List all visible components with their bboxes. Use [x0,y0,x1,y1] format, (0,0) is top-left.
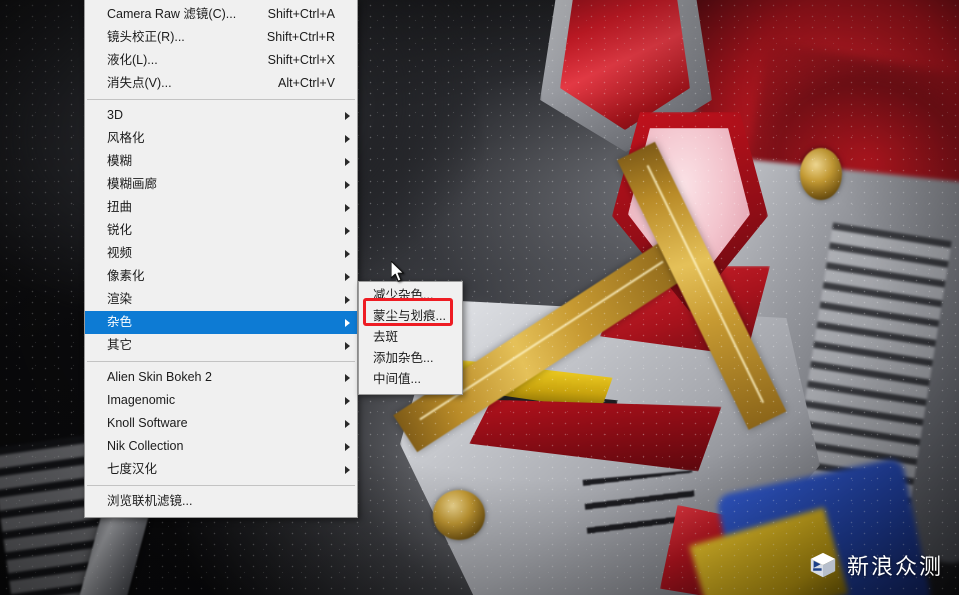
submenu-item[interactable]: 蒙尘与划痕... [359,306,462,327]
menu-item-shortcut: Shift+Ctrl+A [267,7,335,21]
menu-item[interactable]: Imagenomic [85,389,357,412]
noise-submenu[interactable]: 减少杂色... 蒙尘与划痕... 去斑添加杂色... 中间值... [358,281,463,395]
menu-item-shortcut: Alt+Ctrl+V [278,76,335,90]
submenu-arrow-icon [345,157,350,166]
submenu-item[interactable]: 中间值... [359,369,462,390]
menu-item-label: Camera Raw 滤镜(C)... [107,7,237,21]
submenu-item[interactable]: 添加杂色... [359,348,462,369]
menu-item[interactable]: 渲染 [85,288,357,311]
menu-item[interactable]: 视频 [85,242,357,265]
menu-item-label: 其它 [107,338,133,352]
submenu-arrow-icon [345,442,350,451]
menu-item-label: 3D [107,108,123,122]
submenu-arrow-icon [345,465,350,474]
menu-separator [87,361,355,362]
watermark-text: 新浪众测 [846,555,943,580]
menu-item-label: 扭曲 [107,200,133,214]
watermark: 新浪众测 [808,549,943,581]
menu-item-label: 杂色 [107,315,133,329]
submenu-arrow-icon [345,396,350,405]
submenu-arrow-icon [345,295,350,304]
screen: Camera Raw 滤镜(C)... Shift+Ctrl+A 镜头校正(R)..… [0,0,959,595]
cube-logo-icon [810,552,836,578]
submenu-arrow-icon [345,203,350,212]
menu-item[interactable]: 锐化 [85,219,357,242]
menu-item[interactable]: 浏览联机滤镜... [85,490,357,513]
submenu-item-label: 添加杂色... [373,351,434,365]
menu-item[interactable]: 像素化 [85,265,357,288]
menu-item-label: 浏览联机滤镜... [107,494,193,508]
menu-item[interactable]: Knoll Software [85,412,357,435]
menu-item-label: 液化(L)... [107,53,158,67]
menu-item-label: 渲染 [107,292,133,306]
menu-item[interactable]: 七度汉化 [85,458,357,481]
menu-item[interactable]: 模糊 [85,150,357,173]
menu-item[interactable]: 液化(L)... Shift+Ctrl+X [85,49,357,72]
menu-item-label: 模糊 [107,154,133,168]
menu-item-label: 风格化 [107,131,145,145]
menu-item-label: 视频 [107,246,133,260]
menu-item[interactable]: 其它 [85,334,357,357]
menu-item-label: 七度汉化 [107,462,158,476]
menu-item[interactable]: Alien Skin Bokeh 2 [85,366,357,389]
menu-item[interactable]: 杂色 [85,311,357,334]
submenu-item-label: 中间值... [373,372,421,386]
menu-item[interactable]: 模糊画廊 [85,173,357,196]
menu-item-label: Alien Skin Bokeh 2 [107,370,212,384]
menu-item[interactable]: 风格化 [85,127,357,150]
submenu-item[interactable]: 去斑 [359,327,462,348]
menu-item-label: 像素化 [107,269,145,283]
menu-item-label: Imagenomic [107,393,176,407]
menu-item-label: 模糊画廊 [107,177,158,191]
menu-item[interactable]: 镜头校正(R)... Shift+Ctrl+R [85,26,357,49]
menu-item[interactable]: 3D [85,104,357,127]
menu-item[interactable]: Nik Collection [85,435,357,458]
menu-item[interactable]: 扭曲 [85,196,357,219]
submenu-arrow-icon [345,341,350,350]
menu-item-label: Knoll Software [107,416,188,430]
menu-item-label: Nik Collection [107,439,184,453]
menu-item-shortcut: Shift+Ctrl+X [267,53,335,67]
submenu-arrow-icon [345,180,350,189]
submenu-arrow-icon [345,419,350,428]
submenu-item-label: 去斑 [373,330,399,344]
submenu-arrow-icon [345,373,350,382]
menu-separator [87,485,355,486]
submenu-arrow-icon [345,318,350,327]
menu-item-label: 消失点(V)... [107,76,172,90]
submenu-arrow-icon [345,134,350,143]
menu-item[interactable]: 消失点(V)... Alt+Ctrl+V [85,72,357,95]
submenu-arrow-icon [345,272,350,281]
submenu-arrow-icon [345,111,350,120]
menu-item-shortcut: Shift+Ctrl+R [266,30,335,44]
menu-item-label: 锐化 [107,223,133,237]
menu-item-label: 镜头校正(R)... [107,30,185,44]
submenu-item[interactable]: 减少杂色... [359,285,462,306]
filter-menu[interactable]: Camera Raw 滤镜(C)... Shift+Ctrl+A 镜头校正(R)..… [84,0,358,518]
submenu-item-label: 减少杂色... [373,288,434,302]
menu-separator [87,99,355,100]
menu-item[interactable]: Camera Raw 滤镜(C)... Shift+Ctrl+A [85,3,357,26]
submenu-item-label: 蒙尘与划痕... [373,309,446,323]
submenu-arrow-icon [345,249,350,258]
submenu-arrow-icon [345,226,350,235]
